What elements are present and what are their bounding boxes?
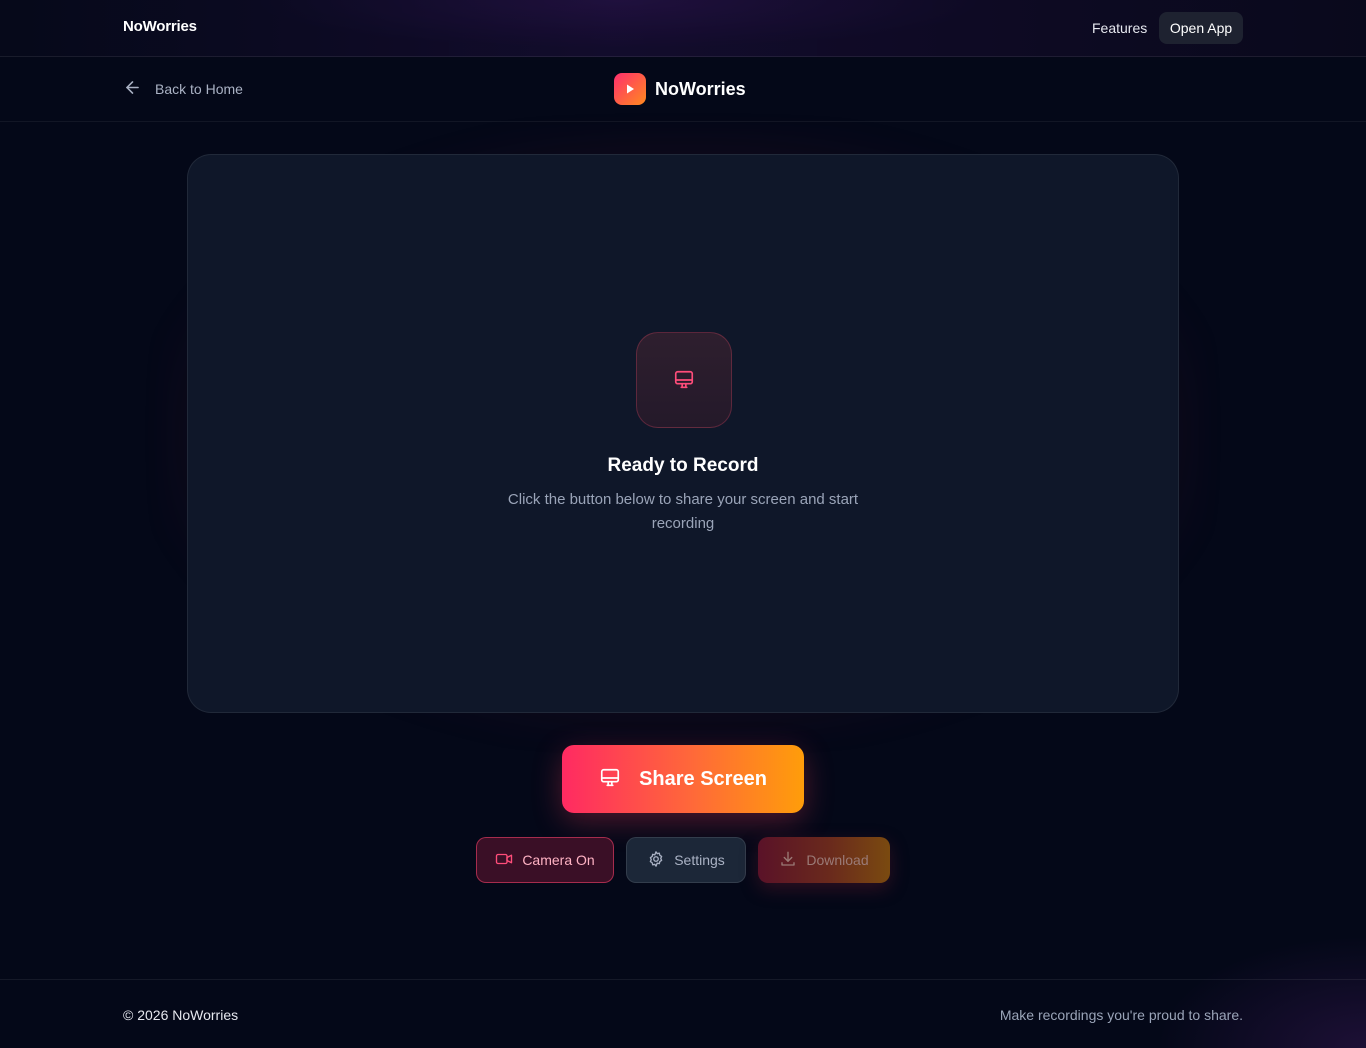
ready-title: Ready to Record [607,455,759,476]
footer-copyright: © 2026 NoWorries [123,1007,239,1023]
download-label: Download [806,852,869,868]
top-navigation: NoWorries Features Open App [0,0,1366,57]
monitor-icon [636,332,732,428]
ready-subtitle: Click the button below to share your scr… [507,491,859,532]
share-screen-label: Share Screen [639,767,767,790]
camera-toggle-label: Camera On [522,852,595,868]
download-icon [779,850,797,871]
arrow-left-icon [123,78,142,100]
settings-label: Settings [674,852,725,868]
footer: © 2026 NoWorries Make recordings you're … [0,979,1366,1048]
footer-tagline: Make recordings you're proud to share. [999,1007,1243,1023]
back-to-home-link[interactable]: Back to Home [123,79,243,99]
settings-button[interactable]: Settings [626,837,746,883]
nav-link-features[interactable]: Features [1092,20,1147,36]
back-to-home-label: Back to Home [155,81,243,97]
sub-header: Back to Home NoWorries [0,57,1366,122]
center-brand: NoWorries [614,73,746,105]
video-camera-icon [495,850,513,871]
top-brand-logo[interactable]: NoWorries [123,18,197,35]
share-screen-button[interactable]: Share Screen [562,745,804,813]
center-brand-name: NoWorries [655,78,746,99]
gear-icon [647,850,665,871]
recording-preview-stage: Ready to Record Click the button below t… [187,154,1179,713]
download-button[interactable]: Download [758,837,890,883]
open-app-button[interactable]: Open App [1159,12,1243,44]
monitor-icon [599,767,621,792]
camera-toggle-button[interactable]: Camera On [476,837,614,883]
play-logo-icon [614,73,646,105]
